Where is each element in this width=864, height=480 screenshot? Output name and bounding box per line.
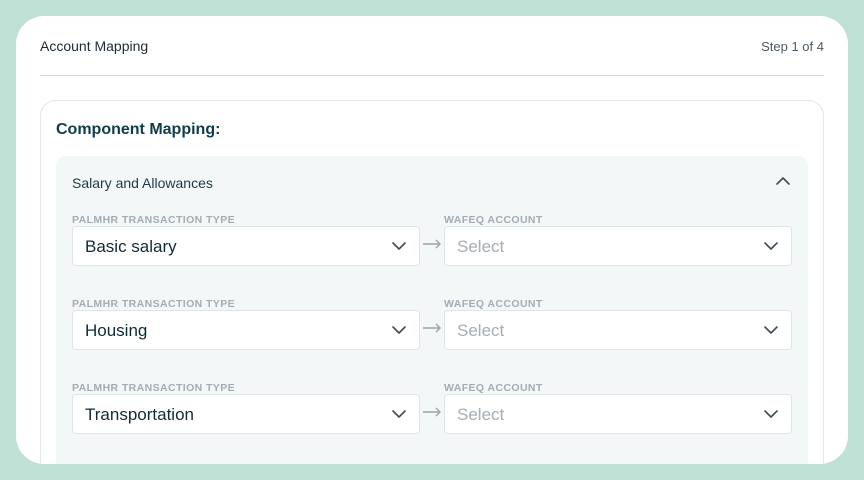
page-title: Account Mapping — [40, 38, 149, 54]
transaction-type-select[interactable]: Basic salary — [72, 226, 420, 266]
transaction-type-select[interactable]: Transportation — [72, 394, 420, 434]
transaction-type-label: PALMHR TRANSACTION TYPE — [72, 382, 236, 394]
panel-title: Component Mapping: — [56, 121, 221, 138]
card-header: Account Mapping Step 1 of 4 — [40, 16, 824, 76]
wafeq-account-placeholder: Select — [457, 321, 505, 340]
wafeq-account-select[interactable]: Select — [444, 310, 792, 350]
mapping-row: PALMHR TRANSACTION TYPE Transportation W… — [72, 382, 792, 454]
step-indicator: Step 1 of 4 — [761, 39, 824, 54]
wafeq-account-label: WAFEQ ACCOUNT — [444, 382, 543, 394]
mapping-row: PALMHR TRANSACTION TYPE Housing WAFEQ AC… — [72, 298, 792, 370]
transaction-type-value: Basic salary — [85, 237, 177, 256]
transaction-type-label: PALMHR TRANSACTION TYPE — [72, 298, 236, 310]
wafeq-account-label: WAFEQ ACCOUNT — [444, 298, 543, 310]
chevron-down-icon — [392, 326, 406, 334]
transaction-type-select[interactable]: Housing — [72, 310, 420, 350]
transaction-type-value: Housing — [85, 321, 148, 340]
group-title: Salary and Allowances — [72, 175, 213, 191]
chevron-down-icon — [764, 242, 778, 250]
arrow-right-icon — [423, 323, 441, 333]
arrow-right-icon — [423, 407, 441, 417]
chevron-up-icon[interactable] — [774, 174, 792, 188]
chevron-down-icon — [392, 242, 406, 250]
chevron-down-icon — [392, 410, 406, 418]
transaction-type-value: Transportation — [85, 405, 194, 424]
wafeq-account-select[interactable]: Select — [444, 394, 792, 434]
component-mapping-panel: Component Mapping: Salary and Allowances… — [40, 100, 824, 464]
account-mapping-card: Account Mapping Step 1 of 4 Component Ma… — [16, 16, 848, 464]
wafeq-account-placeholder: Select — [457, 405, 505, 424]
mapping-row: PALMHR TRANSACTION TYPE Basic salary WAF… — [72, 214, 792, 286]
wafeq-account-placeholder: Select — [457, 237, 505, 256]
chevron-down-icon — [764, 410, 778, 418]
wafeq-account-select[interactable]: Select — [444, 226, 792, 266]
salary-allowances-group: Salary and Allowances PALMHR TRANSACTION… — [56, 156, 808, 464]
wafeq-account-label: WAFEQ ACCOUNT — [444, 214, 543, 226]
transaction-type-label: PALMHR TRANSACTION TYPE — [72, 214, 236, 226]
chevron-down-icon — [764, 326, 778, 334]
arrow-right-icon — [423, 239, 441, 249]
